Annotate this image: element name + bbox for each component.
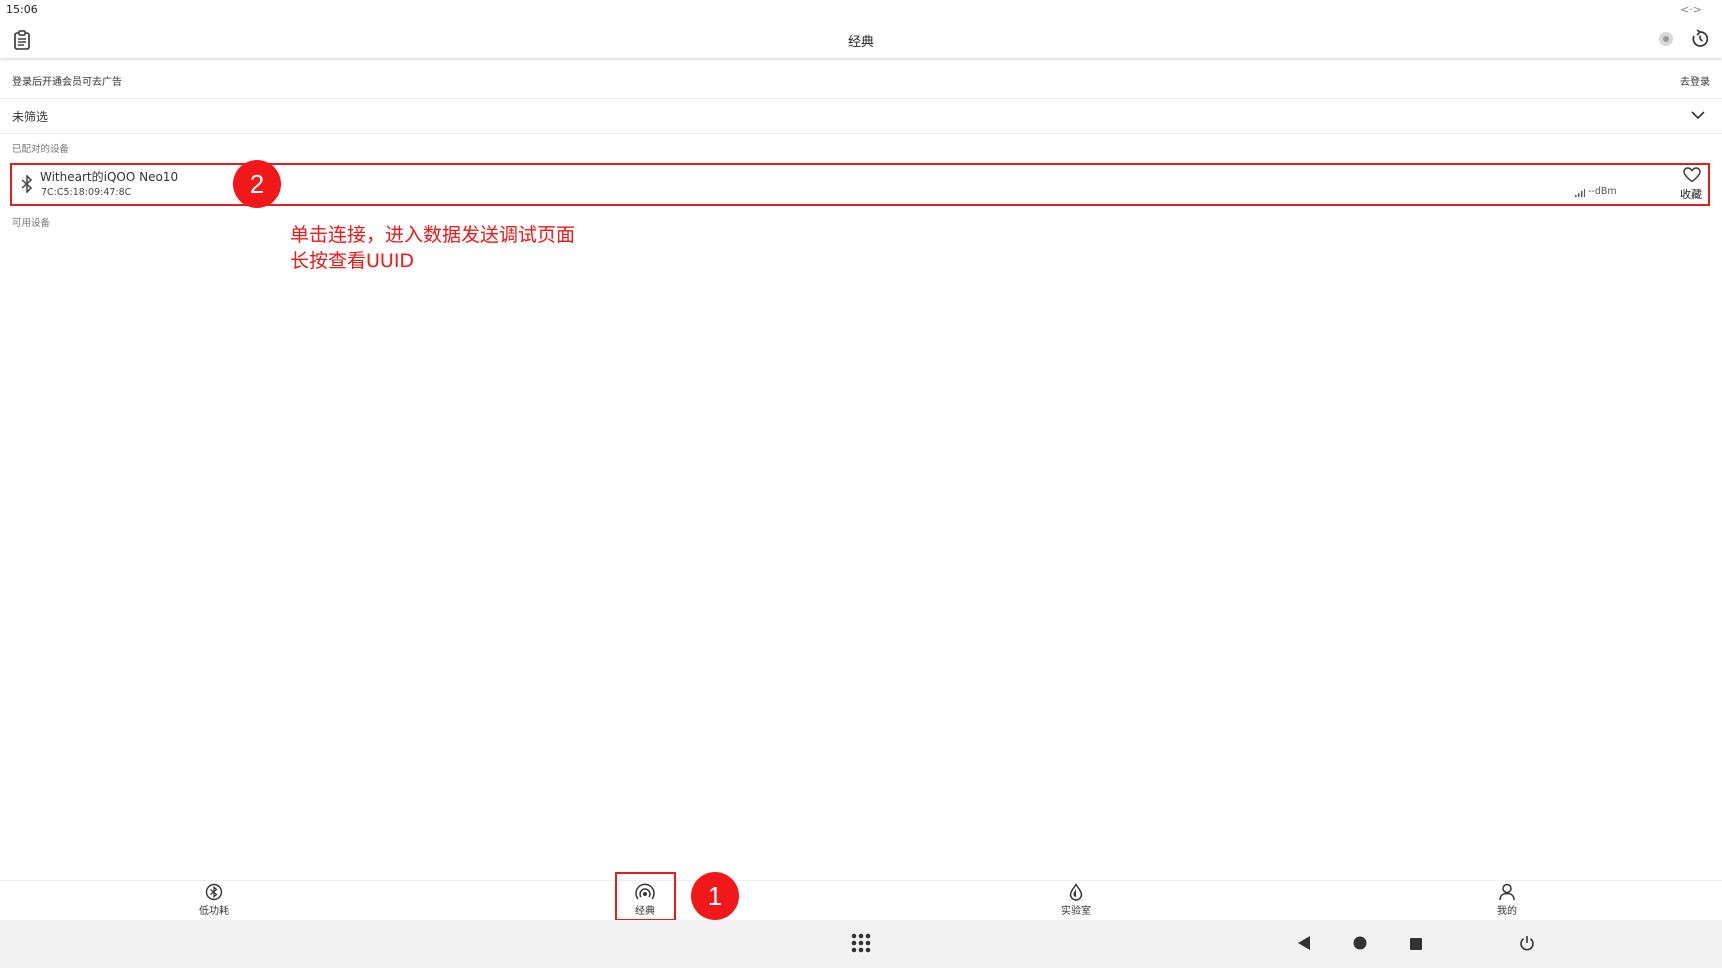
bluetooth-low-energy-icon: [205, 883, 223, 901]
device-name: Witheart的iQOO Neo10: [40, 170, 179, 184]
annotation-note: 单击连接，进入数据发送调试页面 长按查看UUID: [290, 222, 575, 274]
power-icon[interactable]: [1518, 934, 1536, 952]
nav-item-mine[interactable]: 我的: [1467, 883, 1547, 917]
person-icon: [1499, 883, 1515, 901]
flask-drop-icon: [1069, 883, 1083, 901]
back-icon[interactable]: [1297, 936, 1311, 950]
nav-label-ble: 低功耗: [199, 906, 229, 917]
page-title: 经典: [847, 35, 874, 50]
nav-item-classic[interactable]: 经典: [605, 883, 685, 917]
bluetooth-icon: [19, 174, 35, 194]
bottom-navigation: [0, 880, 1722, 920]
login-link[interactable]: 去登录: [1680, 73, 1710, 88]
chevron-down-icon[interactable]: [1690, 107, 1706, 123]
device-mac-address: 7C:C5:18:09:47:8C: [41, 187, 132, 198]
nav-item-ble[interactable]: 低功耗: [174, 883, 254, 917]
status-time: 15:06: [6, 3, 38, 16]
app-grid-icon[interactable]: [851, 933, 871, 953]
annotation-badge-2: 2: [233, 160, 281, 208]
favorite-button[interactable]: 收藏: [1680, 186, 1702, 202]
annotation-badge-1: 1: [691, 872, 739, 920]
nav-label-mine: 我的: [1497, 906, 1517, 917]
annotation-line-2: 长按查看UUID: [290, 250, 415, 272]
signal-broadcast-icon: [635, 883, 655, 900]
filter-label: 未筛选: [12, 110, 49, 124]
device-rssi: --dBm: [1575, 186, 1617, 197]
available-devices-heading: 可用设备: [12, 218, 51, 229]
rssi-value: --dBm: [1588, 186, 1617, 197]
annotation-line-1: 单击连接，进入数据发送调试页面: [290, 224, 576, 246]
home-icon[interactable]: [1353, 936, 1367, 950]
paired-devices-heading: 已配对的设备: [12, 144, 70, 155]
nav-label-lab: 实验室: [1061, 906, 1091, 917]
recents-icon[interactable]: [1409, 937, 1423, 951]
refresh-timer-icon[interactable]: [1689, 28, 1711, 50]
signal-bars-icon: [1575, 189, 1585, 197]
status-dot-icon[interactable]: [1656, 29, 1676, 49]
nav-label-classic: 经典: [635, 906, 655, 917]
ad-banner-row: [0, 62, 1722, 99]
heart-icon[interactable]: [1682, 166, 1702, 184]
nav-item-lab[interactable]: 实验室: [1036, 883, 1116, 917]
status-right-indicator: <·>: [1680, 3, 1702, 16]
filter-row[interactable]: [0, 99, 1722, 134]
ad-banner-text: 登录后开通会员可去广告: [12, 77, 122, 88]
